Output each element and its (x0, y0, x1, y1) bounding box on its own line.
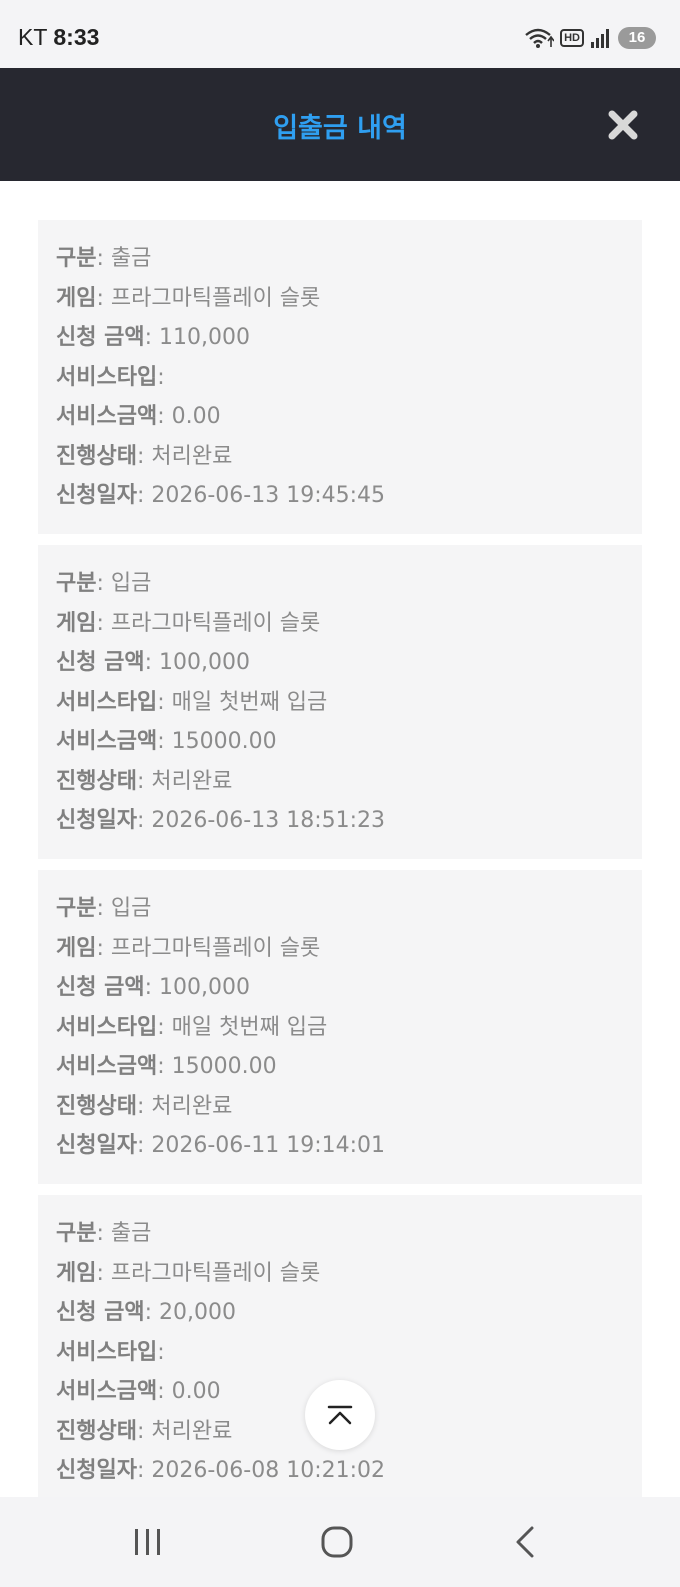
field-date: 신청일자: 2026-06-08 10:21:02 (56, 1458, 386, 1483)
transaction-card: 구분: 출금 게임: 프라그마틱플레이 슬롯 신청 금액: 20,000 서비스… (38, 1195, 642, 1509)
page-header: 입출금 내역 (0, 68, 680, 181)
nav-bar (0, 1497, 680, 1587)
field-service-type: 서비스타입: (56, 364, 165, 390)
field-service-type: 서비스타입: 매일 첫번째 입금 (56, 689, 328, 715)
field-date: 신청일자: 2026-06-11 19:14:01 (56, 1133, 386, 1158)
field-service-type: 서비스타입: 매일 첫번째 입금 (56, 1014, 328, 1040)
field-status: 진행상태: 처리완료 (56, 768, 233, 794)
signal-icon (591, 29, 609, 48)
field-type: 구분: 출금 (56, 1221, 152, 1246)
carrier-label: KT (18, 24, 48, 50)
field-amount: 신청 금액: 100,000 (56, 650, 251, 675)
field-amount: 신청 금액: 20,000 (56, 1300, 237, 1325)
close-icon[interactable] (606, 108, 640, 142)
field-game: 게임: 프라그마틱플레이 슬롯 (56, 610, 321, 636)
field-service-amount: 서비스금액: 15000.00 (56, 1054, 277, 1079)
clock-time: 8:33 (53, 24, 100, 50)
scroll-top-button[interactable] (305, 1380, 375, 1450)
field-amount: 신청 금액: 110,000 (56, 325, 251, 350)
field-game: 게임: 프라그마틱플레이 슬롯 (56, 935, 321, 961)
field-amount: 신청 금액: 100,000 (56, 975, 251, 1000)
status-bar: KT 8:33 HD 16 (0, 0, 680, 68)
recent-apps-icon[interactable] (132, 1525, 164, 1559)
hd-icon: HD (560, 29, 584, 47)
field-service-type: 서비스타입: (56, 1339, 165, 1365)
battery-icon: 16 (618, 27, 656, 49)
home-icon[interactable] (320, 1525, 354, 1559)
page-title: 입출금 내역 (273, 113, 407, 144)
field-type: 구분: 입금 (56, 896, 152, 921)
status-icons: HD 16 (524, 26, 656, 50)
wifi-icon (525, 28, 555, 48)
field-game: 게임: 프라그마틱플레이 슬롯 (56, 285, 321, 311)
field-date: 신청일자: 2026-06-13 19:45:45 (56, 483, 386, 508)
field-game: 게임: 프라그마틱플레이 슬롯 (56, 1260, 321, 1286)
back-icon[interactable] (512, 1525, 538, 1559)
field-service-amount: 서비스금액: 15000.00 (56, 729, 277, 754)
transaction-card: 구분: 입금 게임: 프라그마틱플레이 슬롯 신청 금액: 100,000 서비… (38, 870, 642, 1184)
field-service-amount: 서비스금액: 0.00 (56, 404, 221, 429)
field-type: 구분: 입금 (56, 571, 152, 596)
field-status: 진행상태: 처리완료 (56, 443, 233, 469)
transaction-list: 구분: 출금 게임: 프라그마틱플레이 슬롯 신청 금액: 110,000 서비… (38, 220, 642, 1520)
transaction-card: 구분: 입금 게임: 프라그마틱플레이 슬롯 신청 금액: 100,000 서비… (38, 545, 642, 859)
status-left: KT 8:33 (18, 24, 99, 51)
field-date: 신청일자: 2026-06-13 18:51:23 (56, 808, 386, 833)
chevron-up-icon (327, 1405, 353, 1425)
field-status: 진행상태: 처리완료 (56, 1093, 233, 1119)
transaction-card: 구분: 출금 게임: 프라그마틱플레이 슬롯 신청 금액: 110,000 서비… (38, 220, 642, 534)
field-type: 구분: 출금 (56, 246, 152, 271)
